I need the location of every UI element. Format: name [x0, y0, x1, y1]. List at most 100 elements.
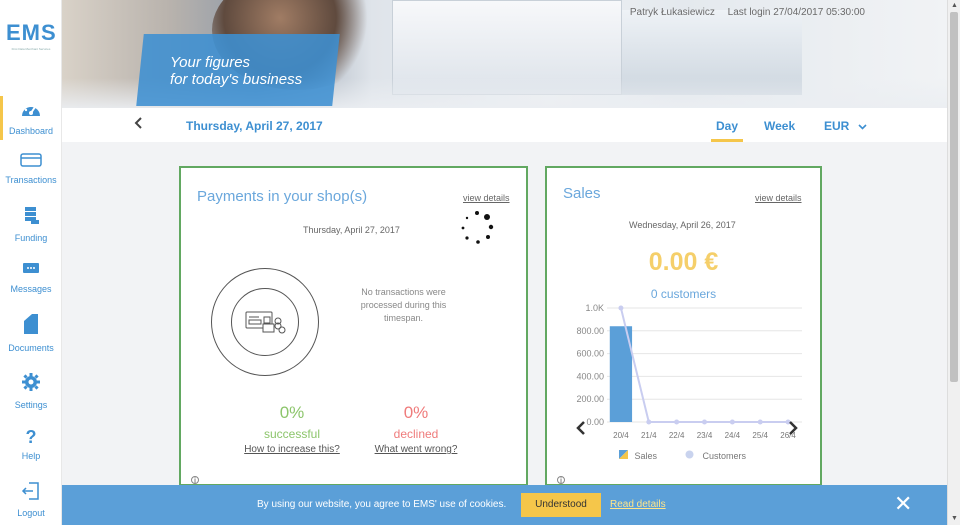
card-terminal-icon — [245, 311, 286, 334]
chart-point — [618, 305, 624, 311]
loading-spinner-icon — [461, 211, 494, 244]
successful-stat: 0% successful How to increase this? — [237, 403, 347, 455]
chevron-down-icon — [858, 124, 867, 130]
sidebar-item-settings[interactable]: Settings — [0, 372, 62, 410]
previous-date-button[interactable] — [134, 116, 144, 133]
declined-stat: 0% declined What went wrong? — [361, 403, 471, 455]
sales-card: Sales view details Wednesday, April 26, … — [545, 166, 822, 486]
currency-value: EUR — [824, 119, 850, 133]
chat-bubble-icon — [22, 262, 40, 281]
last-login: Last login 27/04/2017 05:30:00 — [727, 7, 865, 18]
payments-title: Payments in your shop(s) — [197, 188, 368, 205]
what-went-wrong-link[interactable]: What went wrong? — [361, 444, 471, 455]
coins-stack-icon — [22, 205, 40, 230]
question-icon: ? — [25, 427, 37, 447]
date-bar: Thursday, April 27, 2017 Day Week EUR — [62, 108, 947, 142]
legend-item-sales[interactable]: Sales — [619, 450, 657, 461]
sidebar-item-dashboard[interactable]: Dashboard — [0, 96, 62, 140]
chart-x-tick-label: 23/4 — [697, 431, 713, 440]
sidebar-item-logout[interactable]: Logout — [0, 482, 62, 518]
chart-point — [702, 419, 707, 425]
sidebar-item-label: Dashboard — [8, 126, 54, 136]
sidebar-item-label: Settings — [14, 400, 48, 410]
chart-next-button[interactable] — [787, 420, 799, 441]
gear-icon — [21, 372, 41, 397]
payments-view-details-link[interactable]: view details — [463, 193, 510, 203]
sidebar-item-funding[interactable]: Funding — [0, 205, 62, 243]
chart-point — [729, 419, 735, 425]
info-icon[interactable]: i — [191, 476, 199, 485]
scrollbar-thumb[interactable] — [950, 12, 958, 382]
chart-y-tick-label: 800.00 — [576, 326, 604, 336]
declined-label: declined — [393, 427, 439, 441]
ems-logo[interactable]: EMS First Data Merchant Services — [6, 20, 56, 51]
tab-week[interactable]: Week — [764, 119, 795, 133]
cookie-message: By using our website, you agree to EMS' … — [257, 499, 507, 510]
sidebar-item-label: Logout — [17, 508, 45, 518]
sales-title: Sales — [563, 185, 601, 202]
chart-point — [646, 419, 652, 425]
currency-select[interactable]: EUR — [824, 119, 867, 133]
chart-y-tick-label: 0.00 — [586, 417, 604, 427]
slogan-text: Your figures for today's business — [170, 54, 302, 88]
how-to-increase-link[interactable]: How to increase this? — [237, 444, 347, 455]
chart-y-tick-label: 1.0K — [585, 303, 604, 313]
successful-percent: 0% — [279, 403, 305, 422]
payments-donut — [211, 268, 319, 376]
sidebar-item-label: Documents — [8, 343, 54, 353]
chart-x-tick-label: 21/4 — [641, 431, 657, 440]
cookie-understood-button[interactable]: Understood — [521, 493, 601, 517]
sidebar-item-label: Help — [21, 451, 41, 461]
document-icon — [22, 313, 40, 340]
sales-chart: 0.00 200.00 400.00 600.00 800.00 1.0K 20/4 21/4… — [576, 303, 802, 440]
current-date: Thursday, April 27, 2017 — [186, 119, 323, 133]
chart-y-tick-label: 400.00 — [576, 371, 604, 381]
chart-point — [757, 419, 763, 425]
chevron-left-icon — [576, 421, 585, 435]
payments-date: Thursday, April 27, 2017 — [303, 225, 400, 235]
sales-date: Wednesday, April 26, 2017 — [629, 220, 736, 230]
sidebar-item-messages[interactable]: Messages — [0, 262, 62, 294]
chart-y-tick-label: 200.00 — [576, 394, 604, 404]
chart-x-tick-label: 25/4 — [752, 431, 768, 440]
chart-x-tick-label: 24/4 — [725, 431, 741, 440]
legend-swatch-sales — [619, 450, 628, 459]
sales-view-details-link[interactable]: view details — [755, 193, 802, 203]
logo-text: EMS — [6, 20, 57, 45]
sidebar-item-label: Transactions — [5, 175, 57, 185]
no-transactions-message: No transactions were processed during th… — [360, 287, 447, 323]
legend-label-sales: Sales — [634, 451, 658, 461]
chevron-right-icon — [789, 421, 798, 435]
cookie-read-details-link[interactable]: Read details — [610, 499, 666, 510]
sidebar-item-label: Funding — [14, 233, 48, 243]
slogan-line: Your figures — [170, 54, 251, 71]
payments-card: Payments in your shop(s) view details Th… — [179, 166, 528, 486]
payments-donut-inner — [231, 288, 299, 356]
successful-label: successful — [263, 427, 321, 441]
chart-series-line — [619, 307, 789, 423]
scroll-up-arrow-icon[interactable]: ▲ — [948, 0, 960, 12]
sidebar: EMS First Data Merchant Services Dashboa… — [0, 0, 62, 525]
chart-x-tick-label: 20/4 — [613, 431, 629, 440]
page-scrollbar[interactable]: ▲ ▼ — [947, 0, 960, 525]
scroll-down-arrow-icon[interactable]: ▼ — [948, 513, 960, 525]
sidebar-item-help[interactable]: ? Help — [0, 428, 62, 461]
declined-percent: 0% — [403, 403, 429, 422]
sidebar-item-transactions[interactable]: Transactions — [0, 153, 62, 185]
logo-tagline: First Data Merchant Services — [11, 47, 51, 51]
chevron-left-icon — [134, 117, 142, 129]
user-name[interactable]: Patryk Łukasiewicz — [630, 7, 715, 18]
chart-point — [674, 419, 680, 425]
tab-day[interactable]: Day — [710, 119, 744, 142]
legend-item-customers[interactable]: Customers — [685, 450, 746, 461]
logout-icon — [21, 482, 41, 505]
chart-x-tick-label: 22/4 — [669, 431, 685, 440]
legend-label-customers: Customers — [702, 451, 747, 461]
info-icon[interactable]: i — [557, 476, 565, 485]
sales-amount: 0.00 € — [648, 248, 719, 276]
close-icon[interactable]: ✕ — [894, 491, 912, 517]
chart-prev-button[interactable] — [575, 420, 587, 441]
cookie-banner: By using our website, you agree to EMS' … — [62, 485, 947, 525]
chart-y-tick-label: 600.00 — [576, 349, 604, 359]
sidebar-item-documents[interactable]: Documents — [0, 313, 62, 353]
